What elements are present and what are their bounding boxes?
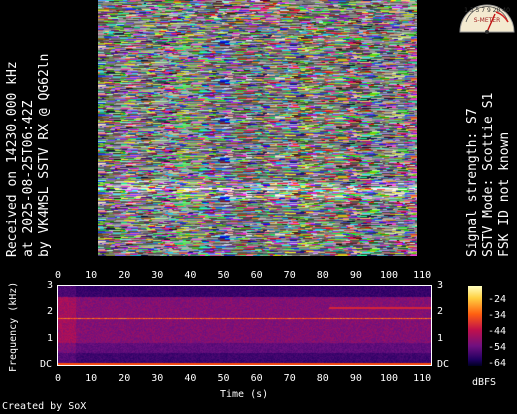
color-scale-tick: -64 xyxy=(488,358,507,369)
y-tick-right: 2 xyxy=(437,306,444,317)
fsk-id-text: FSK ID not known xyxy=(497,131,512,257)
created-by-footer: Created by SoX xyxy=(2,401,87,412)
x-tick-bottom: 30 xyxy=(151,373,164,384)
s-meter-gauge-icon: 1 3 5 7 9 20 40 S-METER xyxy=(458,0,516,34)
x-tick-top: 70 xyxy=(283,270,296,281)
x-tick-top: 0 xyxy=(55,270,62,281)
y-tick-right: DC xyxy=(437,359,450,370)
x-tick-top: 10 xyxy=(85,270,98,281)
signal-strength-text: Signal strength: S7 xyxy=(465,108,480,257)
y-tick-left: 3 xyxy=(47,280,54,291)
x-tick-top: 100 xyxy=(379,270,399,281)
s-meter-scale: 1 3 5 7 9 20 40 xyxy=(464,7,510,14)
color-scale-tick: -44 xyxy=(488,326,507,337)
x-tick-bottom: 50 xyxy=(217,373,230,384)
x-tick-top: 90 xyxy=(349,270,362,281)
x-tick-bottom: 100 xyxy=(379,373,399,384)
x-tick-top: 80 xyxy=(316,270,329,281)
color-scale-tick: -54 xyxy=(488,342,507,353)
x-tick-top: 50 xyxy=(217,270,230,281)
color-scale-tick: -24 xyxy=(488,294,507,305)
x-tick-bottom: 80 xyxy=(316,373,329,384)
x-tick-bottom: 40 xyxy=(184,373,197,384)
y-tick-right: 1 xyxy=(437,333,444,344)
y-tick-left: 1 xyxy=(47,333,54,344)
color-scale-bar xyxy=(468,286,482,366)
color-scale-tick: -34 xyxy=(488,310,507,321)
y-tick-right: 3 xyxy=(437,280,444,291)
dbfs-unit-label: dBFS xyxy=(472,377,497,388)
x-tick-top: 40 xyxy=(184,270,197,281)
frequency-axis-title: Frequency (kHz) xyxy=(8,281,19,372)
x-tick-top: 110 xyxy=(413,270,432,281)
received-time-text: at 2025-08-25T06:42Z xyxy=(21,100,36,257)
x-tick-top: 20 xyxy=(118,270,131,281)
x-tick-bottom: 90 xyxy=(349,373,362,384)
x-tick-bottom: 60 xyxy=(250,373,263,384)
x-tick-top: 60 xyxy=(250,270,263,281)
received-frequency-text: Received on 14230.000 kHz xyxy=(5,61,20,257)
x-tick-bottom: 70 xyxy=(283,373,296,384)
spectrogram-canvas xyxy=(58,286,432,366)
color-scale-gradient xyxy=(468,286,482,366)
y-tick-left: DC xyxy=(40,359,53,370)
x-tick-bottom: 110 xyxy=(413,373,432,384)
x-tick-bottom: 10 xyxy=(85,373,98,384)
time-axis-title: Time (s) xyxy=(220,389,269,400)
x-tick-bottom: 20 xyxy=(118,373,131,384)
receiver-station-text: by VK4MSL SSTV RX @ QG62ln xyxy=(37,53,52,258)
spectrogram-plot xyxy=(58,286,432,366)
s-meter-label: S-METER xyxy=(474,17,501,24)
x-tick-bottom: 0 xyxy=(55,373,62,384)
sstv-noise-canvas xyxy=(98,0,417,256)
sstv-mode-text: SSTV Mode: Scottie S1 xyxy=(481,92,496,257)
y-tick-left: 2 xyxy=(47,306,54,317)
sstv-decoded-image xyxy=(98,0,417,256)
x-tick-top: 30 xyxy=(151,270,164,281)
